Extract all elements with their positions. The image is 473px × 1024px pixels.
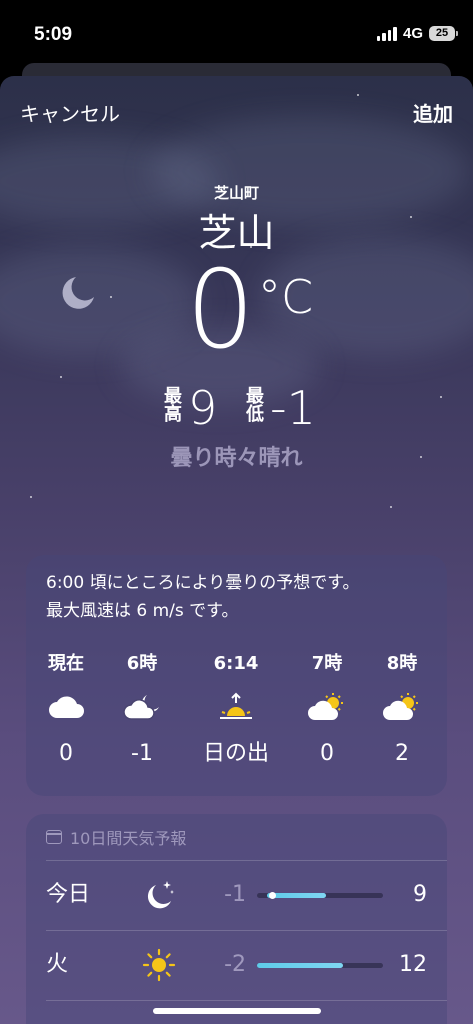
hour-item: 7時 0 <box>287 651 367 769</box>
moon-stars-icon <box>147 881 174 909</box>
hourly-forecast-card[interactable]: 6:00 頃にところにより曇りの予想です。 最大風速は 6 m/s です。 現在… <box>26 555 447 796</box>
hour-temp: -1 <box>131 741 153 766</box>
hour-temp: 0 <box>320 741 334 766</box>
temperature-unit: °C <box>258 270 314 324</box>
cloud-moon-icon <box>102 687 182 727</box>
status-bar: 5:09 4G 25 <box>0 0 473 64</box>
current-temperature: 0 °C <box>0 256 473 366</box>
cloud-icon <box>26 687 106 727</box>
hour-item: 6時 -1 <box>102 651 182 769</box>
hourly-list[interactable]: 現在 0 6時 -1 6:14 日の出 7時 0 8時 2 <box>26 651 447 781</box>
divider <box>46 1000 447 1001</box>
ten-day-title: 10日間天気予報 <box>70 829 187 848</box>
hour-temp: 日の出 <box>202 741 269 766</box>
day-name: 火 <box>46 952 69 977</box>
temperature-range-fill <box>257 963 343 968</box>
summary-line-1: 6:00 頃にところにより曇りの予想です。 <box>46 573 360 593</box>
sub-location: 芝山町 <box>213 184 259 202</box>
hour-label: 6時 <box>126 653 158 674</box>
hour-label: 6:14 <box>213 653 259 674</box>
day-low: -1 <box>224 882 246 907</box>
day-high: 12 <box>399 952 427 977</box>
hour-item: 6:14 日の出 <box>196 651 276 769</box>
signal-icon <box>376 26 397 41</box>
battery-icon: 25 <box>429 26 458 41</box>
cloud-sun-icon <box>362 687 442 727</box>
weather-preview-sheet: キャンセル 追加 芝山町 芝山 0 °C 最高 9 最低 -1 曇り時々晴れ 6… <box>0 76 473 1024</box>
hour-label: 7時 <box>311 653 343 674</box>
home-indicator[interactable] <box>153 1008 321 1014</box>
ten-day-header: 10日間天気予報 <box>46 824 186 850</box>
low-value: -1 <box>270 381 316 435</box>
low-label-text: 最低 <box>243 386 264 422</box>
calendar-icon <box>46 830 62 844</box>
hour-label: 8時 <box>386 653 418 674</box>
high-label-text: 最高 <box>161 386 182 422</box>
low-label: 最低 <box>242 386 264 427</box>
summary-line-2: 最大風速は 6 m/s です。 <box>46 601 239 621</box>
hour-temp: 0 <box>59 741 73 766</box>
hour-item: 8時 2 <box>362 651 442 769</box>
high-value: 9 <box>188 381 218 435</box>
status-right: 4G 25 <box>376 25 458 42</box>
cloud-sun-icon <box>287 687 367 727</box>
day-row[interactable]: 火 -2 12 <box>26 931 447 999</box>
hour-label: 現在 <box>48 653 84 674</box>
sun-icon <box>142 948 176 982</box>
add-button[interactable]: 追加 <box>413 98 453 127</box>
hour-item: 現在 0 <box>26 651 106 769</box>
day-low: -2 <box>224 952 246 977</box>
day-high: 9 <box>413 882 427 907</box>
temperature-range-bar <box>257 963 383 968</box>
network-type: 4G <box>402 25 423 42</box>
sunrise-icon <box>196 687 276 727</box>
temperature-range-bar <box>257 892 383 899</box>
day-row[interactable]: 今日 -1 9 <box>26 861 447 929</box>
temperature-value: 0 <box>186 248 255 373</box>
ten-day-forecast-card[interactable]: 10日間天気予報 今日 -1 9 火 -2 12 <box>26 814 447 1024</box>
hour-temp: 2 <box>395 741 409 766</box>
forecast-summary: 6:00 頃にところにより曇りの予想です。 最大風速は 6 m/s です。 <box>46 569 426 625</box>
cancel-button[interactable]: キャンセル <box>20 98 120 127</box>
day-name: 今日 <box>46 882 91 907</box>
status-time: 5:09 <box>34 24 73 45</box>
condition-text: 曇り時々晴れ <box>170 446 303 471</box>
high-label: 最高 <box>160 386 182 427</box>
